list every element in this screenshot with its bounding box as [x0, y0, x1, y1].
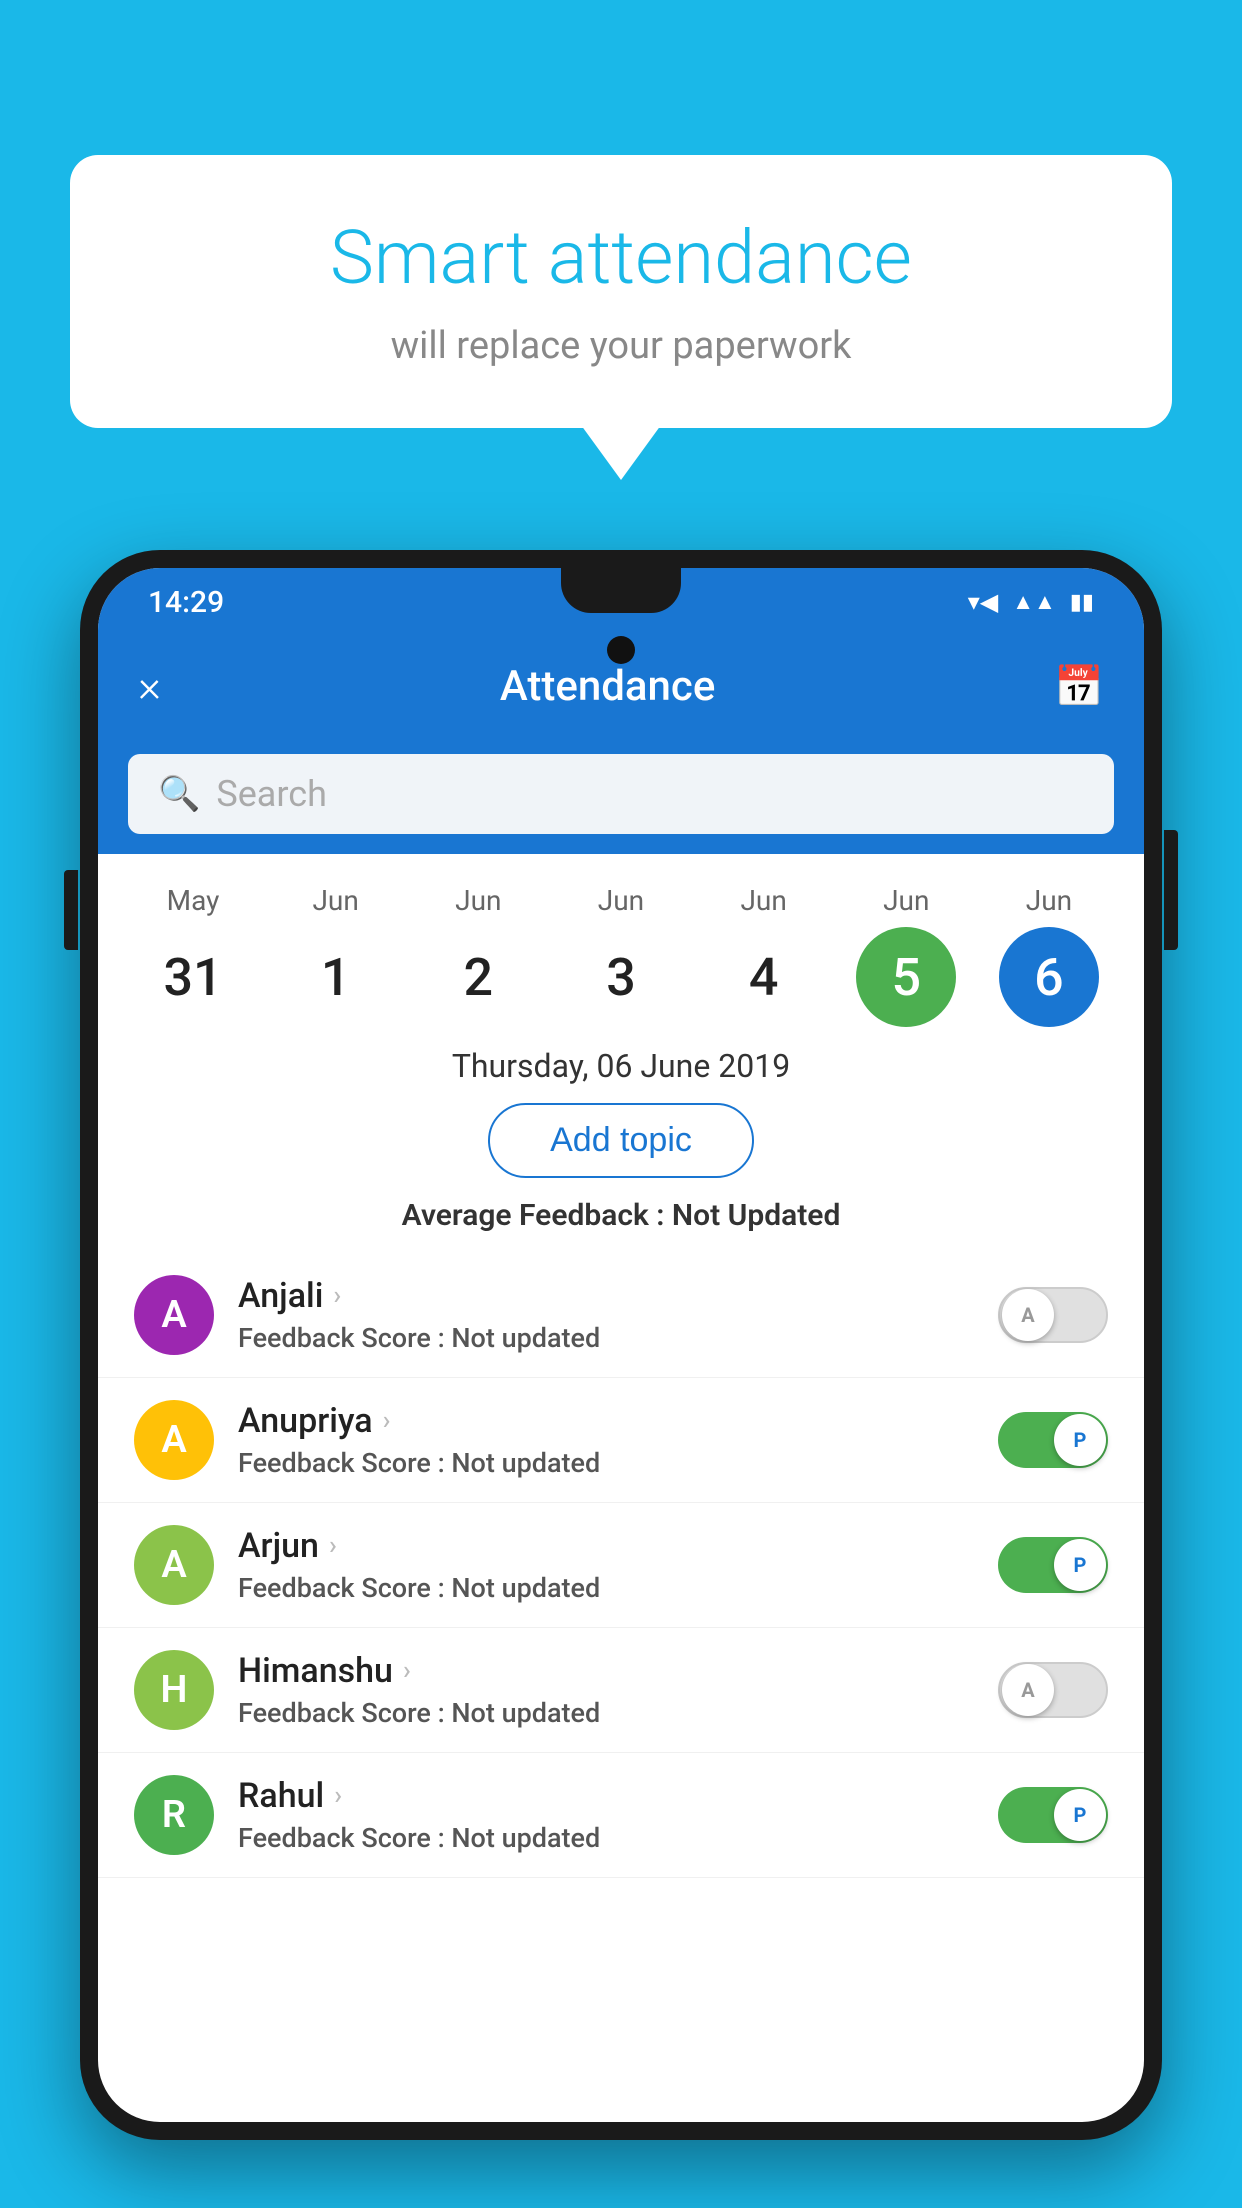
- bubble-title: Smart attendance: [150, 215, 1092, 304]
- app-title: Attendance: [500, 662, 715, 711]
- bubble-subtitle: will replace your paperwork: [150, 324, 1092, 368]
- avatar: A: [134, 1400, 214, 1480]
- calendar-day[interactable]: Jun3: [556, 884, 686, 1027]
- calendar-day[interactable]: Jun6: [984, 884, 1114, 1027]
- student-name: Rahul: [238, 1776, 324, 1816]
- status-bar: 14:29 ▾◀ ▲▲ ▮▮: [98, 568, 1144, 636]
- search-icon: 🔍: [158, 774, 200, 814]
- chevron-right-icon: ›: [333, 1281, 341, 1311]
- student-name: Anupriya: [238, 1401, 373, 1441]
- student-item[interactable]: RRahul ›Feedback Score : Not updatedP: [98, 1753, 1144, 1878]
- calendar-day[interactable]: Jun4: [699, 884, 829, 1027]
- notch: [561, 568, 681, 613]
- chevron-right-icon: ›: [383, 1406, 391, 1436]
- status-time: 14:29: [148, 585, 224, 620]
- calendar-day[interactable]: Jun5: [841, 884, 971, 1027]
- avatar: A: [134, 1275, 214, 1355]
- phone-frame: 14:29 ▾◀ ▲▲ ▮▮ × Attendance 📅 🔍 Search: [80, 550, 1162, 2140]
- battery-icon: ▮▮: [1070, 590, 1094, 615]
- signal-icon: ▲▲: [1012, 589, 1056, 615]
- student-list: AAnjali ›Feedback Score : Not updatedAAA…: [98, 1253, 1144, 1878]
- phone-screen: 14:29 ▾◀ ▲▲ ▮▮ × Attendance 📅 🔍 Search: [98, 568, 1144, 2122]
- student-item[interactable]: AAnupriya ›Feedback Score : Not updatedP: [98, 1378, 1144, 1503]
- student-name: Himanshu: [238, 1651, 393, 1691]
- student-item[interactable]: HHimanshu ›Feedback Score : Not updatedA: [98, 1628, 1144, 1753]
- attendance-toggle[interactable]: P: [998, 1787, 1108, 1843]
- selected-date: Thursday, 06 June 2019: [98, 1037, 1144, 1103]
- phone-wrapper: 14:29 ▾◀ ▲▲ ▮▮ × Attendance 📅 🔍 Search: [80, 550, 1162, 2208]
- chevron-right-icon: ›: [403, 1656, 411, 1686]
- calendar-strip: May31Jun1Jun2Jun3Jun4Jun5Jun6: [98, 854, 1144, 1037]
- add-topic-button[interactable]: Add topic: [488, 1103, 754, 1178]
- attendance-toggle[interactable]: P: [998, 1537, 1108, 1593]
- student-item[interactable]: AAnjali ›Feedback Score : Not updatedA: [98, 1253, 1144, 1378]
- speech-bubble-wrapper: Smart attendance will replace your paper…: [70, 155, 1172, 428]
- avatar: A: [134, 1525, 214, 1605]
- search-placeholder: Search: [216, 773, 327, 815]
- speech-bubble: Smart attendance will replace your paper…: [70, 155, 1172, 428]
- student-item[interactable]: AArjun ›Feedback Score : Not updatedP: [98, 1503, 1144, 1628]
- search-bar-wrapper: 🔍 Search: [98, 736, 1144, 854]
- status-icons: ▾◀ ▲▲ ▮▮: [968, 588, 1094, 616]
- attendance-toggle[interactable]: P: [998, 1412, 1108, 1468]
- wifi-icon: ▾◀: [968, 588, 999, 616]
- student-name: Arjun: [238, 1526, 319, 1566]
- calendar-icon[interactable]: 📅: [1054, 663, 1104, 710]
- calendar-day[interactable]: Jun2: [413, 884, 543, 1027]
- calendar-day[interactable]: Jun1: [271, 884, 401, 1027]
- avatar: R: [134, 1775, 214, 1855]
- attendance-toggle[interactable]: A: [998, 1662, 1108, 1718]
- attendance-toggle[interactable]: A: [998, 1287, 1108, 1343]
- student-name: Anjali: [238, 1276, 323, 1316]
- chevron-right-icon: ›: [329, 1531, 337, 1561]
- calendar-day[interactable]: May31: [128, 884, 258, 1027]
- avatar: H: [134, 1650, 214, 1730]
- avg-feedback: Average Feedback : Not Updated: [98, 1198, 1144, 1233]
- front-camera: [607, 636, 635, 664]
- close-button[interactable]: ×: [138, 660, 161, 712]
- search-bar[interactable]: 🔍 Search: [128, 754, 1114, 834]
- chevron-right-icon: ›: [334, 1781, 342, 1811]
